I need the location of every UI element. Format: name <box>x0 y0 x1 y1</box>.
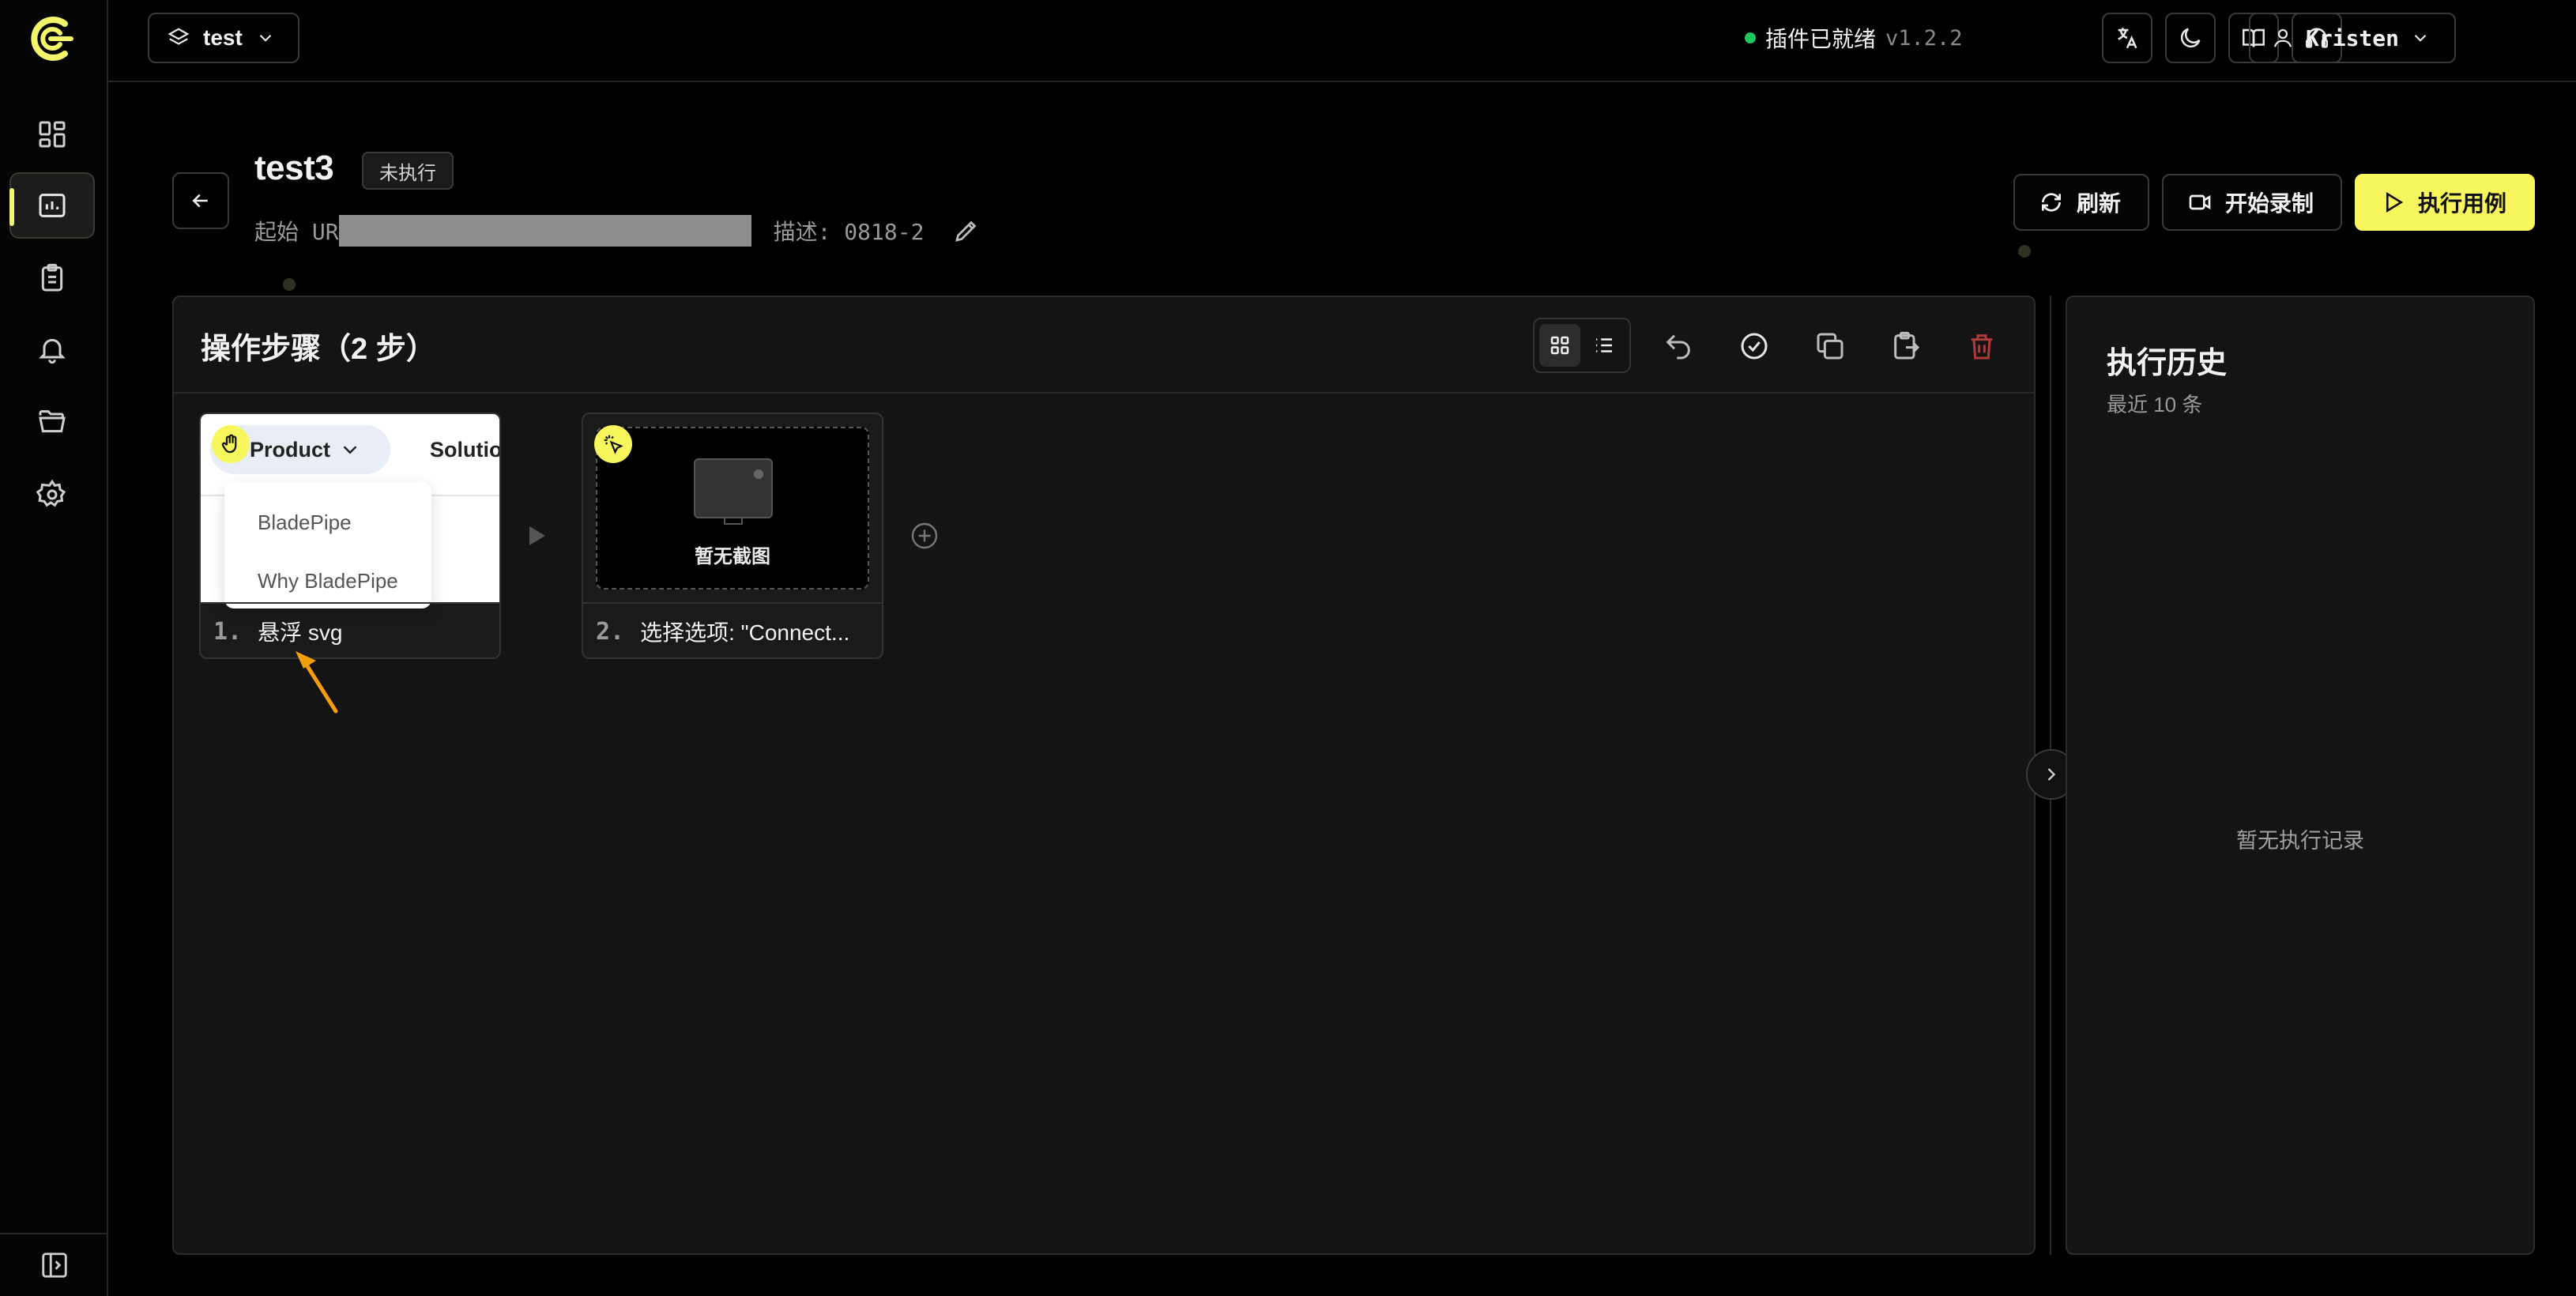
step-card[interactable]: Product Solutio BladePipe Why BladePipe … <box>199 413 501 659</box>
history-panel: 执行历史 最近 10 条 暂无执行记录 <box>2066 296 2535 1255</box>
chevron-down-icon <box>2414 34 2427 42</box>
undo-button[interactable] <box>1659 327 1697 365</box>
history-title: 执行历史 <box>2107 347 2228 380</box>
start-url-label: 起始 UR <box>254 219 339 245</box>
gear-icon <box>36 479 66 507</box>
layers-icon <box>168 28 190 45</box>
nav-dashboard[interactable] <box>9 101 95 168</box>
preview-dropdown: BladePipe Why BladePipe <box>224 482 431 608</box>
preview-product-text: Product <box>250 438 331 462</box>
case-meta: 起始 UR 描述: 0818-2 <box>254 213 981 248</box>
status-badge: 未执行 <box>362 152 454 190</box>
hand-icon <box>221 434 237 454</box>
video-icon <box>2189 194 2211 210</box>
view-toggle <box>1533 318 1631 373</box>
status-dot <box>1745 32 1756 43</box>
run-label: 执行用例 <box>2418 191 2507 216</box>
translate-icon <box>2118 28 2137 49</box>
record-button[interactable]: 开始录制 <box>2162 174 2342 231</box>
dashboard-icon <box>39 121 66 148</box>
step-text: 悬浮 svg <box>258 620 343 645</box>
project-name: test <box>203 25 243 50</box>
monitor-stand <box>724 517 743 525</box>
click-icon <box>604 435 623 454</box>
check-circle-icon <box>1741 333 1768 360</box>
copy-button[interactable] <box>1811 327 1849 365</box>
chevron-down-icon <box>343 446 357 454</box>
copy-icon <box>1817 333 1843 360</box>
test-cases-icon <box>39 194 66 217</box>
validate-button[interactable] <box>1735 327 1773 365</box>
moon-icon <box>2180 28 2201 48</box>
language-button[interactable] <box>2102 13 2152 63</box>
step-action-badge <box>212 425 250 463</box>
theme-toggle-button[interactable] <box>2165 13 2216 63</box>
chevron-down-icon <box>259 34 272 42</box>
step-card[interactable]: 暂无截图 2. 选择选项: "Connect... <box>582 413 883 659</box>
refresh-label: 刷新 <box>2077 191 2122 216</box>
undo-icon <box>1666 334 1690 360</box>
bell-icon <box>39 338 66 364</box>
refresh-button[interactable]: 刷新 <box>2013 174 2149 231</box>
project-selector[interactable]: test <box>148 13 299 63</box>
preview-menu-item: Why BladePipe <box>258 569 398 593</box>
history-empty-text: 暂无执行记录 <box>2236 829 2364 853</box>
step-connector-arrow <box>529 526 545 545</box>
user-menu[interactable]: Kristen <box>2249 13 2456 63</box>
sidebar-collapse[interactable] <box>0 1233 108 1296</box>
arrow-left-icon <box>192 194 208 208</box>
nav-settings[interactable] <box>9 462 95 528</box>
list-icon <box>1596 338 1612 352</box>
folder-icon <box>39 410 66 433</box>
no-screenshot-text: 暂无截图 <box>695 546 770 567</box>
export-button[interactable] <box>1887 327 1925 365</box>
refresh-icon <box>2042 193 2061 212</box>
steps-title: 操作步骤（2 步） <box>201 333 436 366</box>
user-name: Kristen <box>2306 24 2400 51</box>
nav-notifications[interactable] <box>9 316 95 382</box>
step-text: 选择选项: "Connect... <box>640 620 850 645</box>
sidebar-toggle-icon <box>41 1253 67 1278</box>
step-label: 2. 选择选项: "Connect... <box>583 602 882 657</box>
decor-dot <box>283 278 296 291</box>
clipboard-icon <box>41 263 63 292</box>
user-icon <box>2273 28 2292 47</box>
history-subtitle: 最近 10 条 <box>2107 393 2203 416</box>
grid-icon <box>1550 336 1569 355</box>
preview-solution-text: Solutio <box>430 438 501 462</box>
trash-icon <box>1971 334 1993 360</box>
app-logo[interactable] <box>24 16 77 62</box>
version-text: v1.2.2 <box>1885 25 1963 51</box>
back-button[interactable] <box>172 172 229 229</box>
case-description: 描述: 0818-2 <box>773 219 925 245</box>
page-title: test3 <box>254 149 334 187</box>
grid-view-button[interactable] <box>1539 324 1580 367</box>
step-label: 1. 悬浮 svg <box>201 602 499 657</box>
step-number: 2. <box>596 617 625 646</box>
status-text: 插件已就绪 <box>1765 27 1877 51</box>
delete-button[interactable] <box>1963 327 2001 365</box>
nav-reports[interactable] <box>9 245 95 311</box>
nav-files[interactable] <box>9 389 95 455</box>
add-step-icon[interactable] <box>910 522 939 550</box>
monitor-icon <box>694 458 773 518</box>
plugin-status: 插件已就绪 v1.2.2 <box>1745 21 1963 55</box>
start-url-redacted <box>338 215 751 247</box>
step-action-badge <box>594 425 632 463</box>
play-icon <box>2386 191 2404 213</box>
annotation-arrow <box>296 651 338 714</box>
steps-header: 操作步骤（2 步） <box>174 297 2034 394</box>
list-view-button[interactable] <box>1584 324 1625 367</box>
nav-test-cases[interactable] <box>9 172 95 239</box>
empty-screenshot: 暂无截图 <box>596 427 869 590</box>
export-icon <box>1894 331 1920 360</box>
step-number: 1. <box>213 617 243 646</box>
chevron-right-icon <box>2047 768 2056 781</box>
record-label: 开始录制 <box>2225 191 2314 216</box>
preview-menu-item: BladePipe <box>258 510 352 534</box>
run-case-button[interactable]: 执行用例 <box>2355 174 2535 231</box>
decor-dot <box>2018 245 2031 258</box>
pencil-icon[interactable] <box>952 217 981 245</box>
sidebar <box>0 0 108 1296</box>
